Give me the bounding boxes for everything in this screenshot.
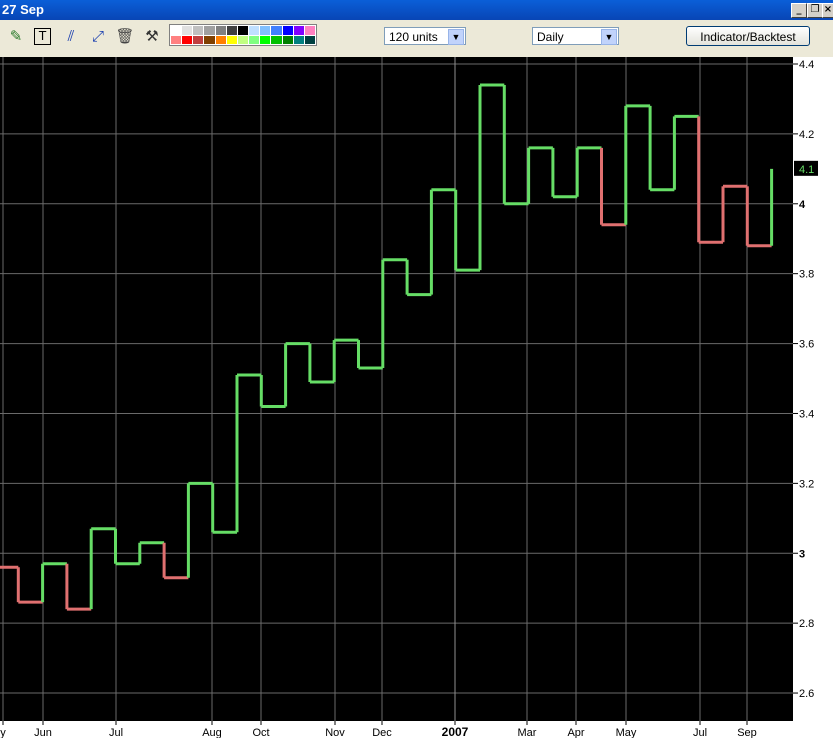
- x-tick-label: Jul: [109, 727, 123, 738]
- y-tick-label: 4.4: [799, 59, 814, 71]
- x-tick-label: 2007: [442, 725, 469, 738]
- y-tick-label: 4.2: [799, 129, 814, 141]
- y-tick-label: 3.6: [799, 339, 814, 351]
- y-tick-label: 4: [799, 199, 806, 211]
- y-tick-label: 2.8: [799, 618, 814, 630]
- x-tick-label: Sep: [737, 727, 757, 738]
- x-tick-label: Apr: [567, 727, 584, 738]
- x-tick-label: Mar: [518, 727, 537, 738]
- y-tick-label: 3: [799, 548, 805, 560]
- price-chart: 2.6 2.8 3 3.2 3.4 3.6 3.8 4 4.2 4.4 y Jun Jul Aug Oct N…: [0, 57, 818, 738]
- x-tick-label: Jun: [34, 727, 52, 738]
- y-tick-label: 2.6: [799, 688, 814, 700]
- x-tick-label: Dec: [372, 727, 392, 738]
- x-tick-label: Nov: [325, 727, 345, 738]
- y-tick-label: 3.2: [799, 478, 814, 490]
- y-tick-label: 3.4: [799, 408, 814, 420]
- x-tick-label: Aug: [202, 727, 222, 738]
- x-tick-label: Oct: [252, 727, 269, 738]
- last-value-label: 4.1: [799, 164, 814, 176]
- y-tick-label: 3.8: [799, 269, 814, 281]
- x-tick-label: Jul: [693, 727, 707, 738]
- x-tick-label: May: [616, 727, 637, 738]
- x-tick-label: y: [0, 727, 6, 738]
